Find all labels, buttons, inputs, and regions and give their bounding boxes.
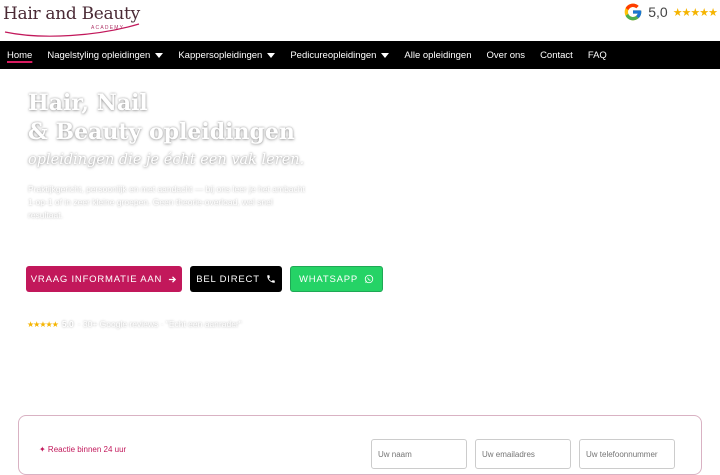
nav-label: Alle opleidingen bbox=[404, 49, 472, 61]
nav-label: Pedicureopleidingen bbox=[290, 49, 377, 61]
logo[interactable]: Hair and Beauty ACADEMY bbox=[3, 4, 143, 37]
caret-down-icon bbox=[155, 52, 164, 58]
nav-item-home[interactable]: Home bbox=[7, 50, 32, 61]
call-now-button[interactable]: BEL DIRECT bbox=[190, 266, 282, 292]
nav-label: FAQ bbox=[587, 49, 607, 61]
whatsapp-icon bbox=[364, 274, 374, 284]
google-g-icon bbox=[624, 3, 642, 21]
hero-title-line1: Hair, Nail bbox=[28, 90, 148, 116]
nav-item-kappers[interactable]: Kappersopleidingen bbox=[178, 49, 276, 61]
nav-item-faq[interactable]: FAQ bbox=[588, 50, 607, 61]
contact-form-card: ✦ Reactie binnen 24 uur bbox=[18, 415, 702, 475]
nav-label: Kappersopleidingen bbox=[178, 49, 263, 61]
rating-stars: ★★★★★ bbox=[672, 6, 718, 19]
hero-subtitle: opleidingen die je écht een vak leren. bbox=[28, 152, 305, 168]
email-field[interactable] bbox=[475, 439, 571, 469]
hero-title-line2: & Beauty opleidingen bbox=[28, 119, 295, 145]
arrow-right-icon bbox=[168, 275, 177, 284]
nav-item-contact[interactable]: Contact bbox=[540, 50, 573, 61]
phone-field[interactable] bbox=[579, 439, 675, 469]
nav-label: Over ons bbox=[486, 49, 526, 61]
review-summary: ★★★★★ 5.0 · 30+ Google reviews · "Echt e… bbox=[27, 319, 242, 329]
hero-description: Praktijkgericht, persoonlijk en met aand… bbox=[28, 184, 305, 220]
nav-label: Nagelstyling opleidingen bbox=[47, 49, 151, 61]
top-header: Hair and Beauty ACADEMY 5,0 ★★★★★ bbox=[0, 0, 720, 41]
review-score: 5.0 bbox=[61, 319, 74, 329]
review-stars: ★★★★★ bbox=[27, 319, 59, 329]
whatsapp-button[interactable]: WHATSAPP bbox=[290, 266, 383, 292]
logo-subtext: ACADEMY bbox=[91, 25, 125, 31]
hero-section: Hair, Nail & Beauty opleidingen opleidin… bbox=[0, 69, 720, 409]
call-now-label: BEL DIRECT bbox=[196, 273, 260, 285]
nav-item-pedicure[interactable]: Pedicureopleidingen bbox=[290, 49, 390, 61]
main-navigation: Home Nagelstyling opleidingen Kappersopl… bbox=[0, 41, 720, 69]
review-text: · 30+ Google reviews · "Echt een aanrade… bbox=[77, 319, 242, 329]
google-rating[interactable]: 5,0 ★★★★★ bbox=[623, 2, 718, 22]
hero-title: Hair, Nail & Beauty opleidingen bbox=[28, 89, 295, 147]
request-info-label: VRAAG INFORMATIE AAN bbox=[30, 273, 163, 285]
whatsapp-label: WHATSAPP bbox=[298, 273, 358, 285]
nav-item-nagelstyling[interactable]: Nagelstyling opleidingen bbox=[47, 49, 164, 61]
request-info-button[interactable]: VRAAG INFORMATIE AAN bbox=[26, 266, 182, 292]
nav-label: Contact bbox=[540, 49, 573, 61]
name-field[interactable] bbox=[371, 439, 467, 469]
rating-score: 5,0 bbox=[648, 4, 668, 20]
phone-icon bbox=[266, 274, 276, 284]
caret-down-icon bbox=[267, 52, 276, 58]
caret-down-icon bbox=[381, 52, 390, 58]
nav-label: Home bbox=[7, 49, 33, 61]
nav-item-over-ons[interactable]: Over ons bbox=[487, 50, 526, 61]
nav-item-alle-opleidingen[interactable]: Alle opleidingen bbox=[404, 50, 471, 61]
